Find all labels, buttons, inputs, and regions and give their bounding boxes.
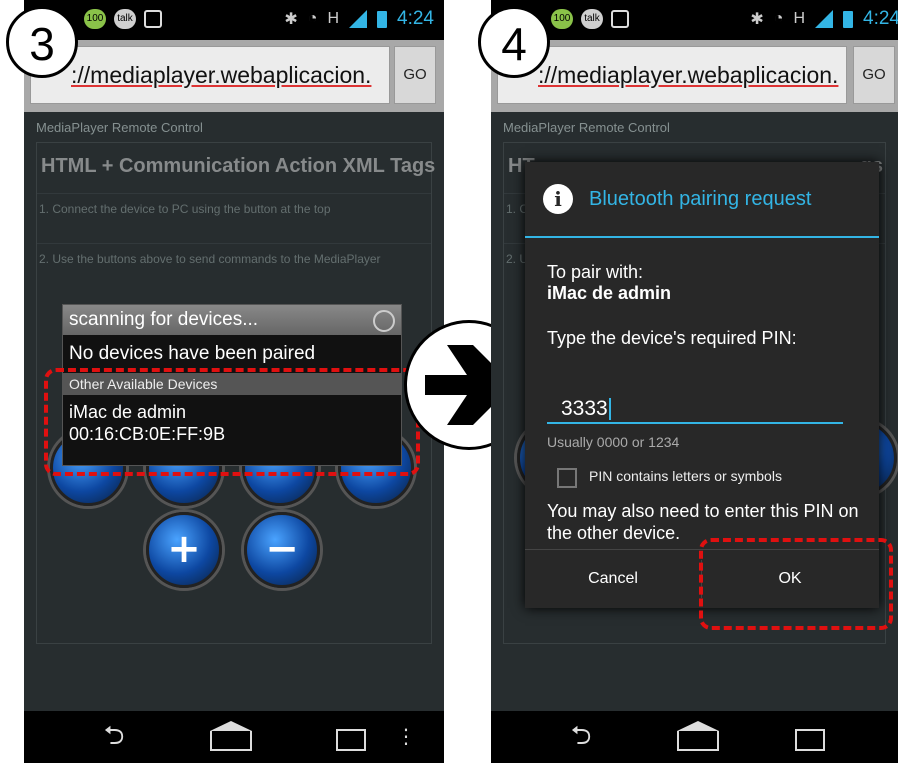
go-button[interactable]: GO bbox=[394, 46, 436, 104]
highlight-ok-box bbox=[699, 538, 893, 630]
battery-100-icon: 100 bbox=[84, 9, 106, 29]
recent-apps-icon[interactable] bbox=[332, 725, 366, 751]
minus-icon: − bbox=[265, 526, 299, 572]
shopping-bag-icon bbox=[611, 10, 629, 28]
home-icon[interactable] bbox=[677, 721, 719, 751]
step-badge-3: 3 bbox=[6, 6, 78, 78]
cancel-button[interactable]: Cancel bbox=[525, 550, 701, 608]
browser-toolbar: ://mediaplayer.webaplicacion. GO bbox=[491, 40, 898, 112]
talk-icon: talk bbox=[114, 9, 136, 29]
navigation-bar: ⮌ bbox=[491, 711, 898, 763]
dialog-header: i Bluetooth pairing request bbox=[525, 162, 879, 238]
url-input[interactable]: ://mediaplayer.webaplicacion. bbox=[497, 46, 847, 104]
battery-icon bbox=[843, 10, 854, 28]
wifi-icon: ◔ bbox=[307, 10, 318, 27]
pin-prompt: Type the device's required PIN: bbox=[547, 328, 797, 348]
browser-toolbar: ://mediaplayer.webaplicacion. GO bbox=[24, 40, 444, 112]
battery-icon bbox=[377, 10, 388, 28]
pin-hint: Usually 0000 or 1234 bbox=[547, 434, 680, 450]
pair-device-name: iMac de admin bbox=[547, 283, 672, 303]
talk-icon: talk bbox=[581, 9, 603, 29]
letters-symbols-checkbox[interactable] bbox=[557, 468, 577, 488]
home-icon[interactable] bbox=[210, 721, 252, 751]
phone-screen-step-3: 100 talk ✱ ◔ H 4:24 ://mediaplayer.webap… bbox=[24, 0, 444, 763]
text-cursor bbox=[608, 398, 611, 421]
url-input[interactable]: ://mediaplayer.webaplicacion. bbox=[30, 46, 390, 104]
battery-100-icon: 100 bbox=[551, 9, 573, 29]
volume-up-button[interactable]: + bbox=[146, 512, 222, 588]
plus-icon: + bbox=[167, 526, 201, 572]
signal-icon bbox=[815, 10, 834, 28]
info-icon: i bbox=[543, 184, 573, 214]
back-icon[interactable]: ⮌ bbox=[561, 723, 601, 749]
spinner-icon bbox=[373, 310, 395, 332]
clock: 4:24 bbox=[863, 8, 898, 29]
wifi-icon: ◔ bbox=[773, 10, 784, 27]
phone-screen-step-4: 100 talk ✱ ◔ H 4:24 ://mediaplayer.webap… bbox=[491, 0, 898, 763]
status-bar: 100 talk ✱ ◔ H 4:24 bbox=[491, 0, 898, 40]
clock: 4:24 bbox=[397, 8, 434, 29]
go-button[interactable]: GO bbox=[853, 46, 895, 104]
status-bar: 100 talk ✱ ◔ H 4:24 bbox=[24, 0, 444, 40]
pin-input[interactable]: 3333 bbox=[547, 394, 843, 424]
checkbox-label: PIN contains letters or symbols bbox=[589, 468, 782, 484]
menu-icon[interactable]: ⋮ bbox=[396, 723, 416, 749]
volume-down-button[interactable]: − bbox=[244, 512, 320, 588]
pair-with-label: To pair with: bbox=[547, 262, 644, 282]
signal-icon bbox=[349, 10, 368, 28]
network-type: H bbox=[793, 10, 806, 27]
network-type: H bbox=[327, 10, 340, 27]
highlight-device-box bbox=[44, 368, 420, 476]
recent-apps-icon[interactable] bbox=[791, 725, 825, 751]
bluetooth-icon: ✱ bbox=[750, 11, 764, 28]
dialog-title: Bluetooth pairing request bbox=[589, 188, 812, 210]
step-badge-4: 4 bbox=[478, 6, 550, 78]
bluetooth-icon: ✱ bbox=[284, 11, 298, 28]
back-icon[interactable]: ⮌ bbox=[94, 723, 134, 749]
navigation-bar: ⮌ ⋮ bbox=[24, 711, 444, 763]
shopping-bag-icon bbox=[144, 10, 162, 28]
scan-dialog-title: scanning for devices... bbox=[63, 305, 401, 335]
